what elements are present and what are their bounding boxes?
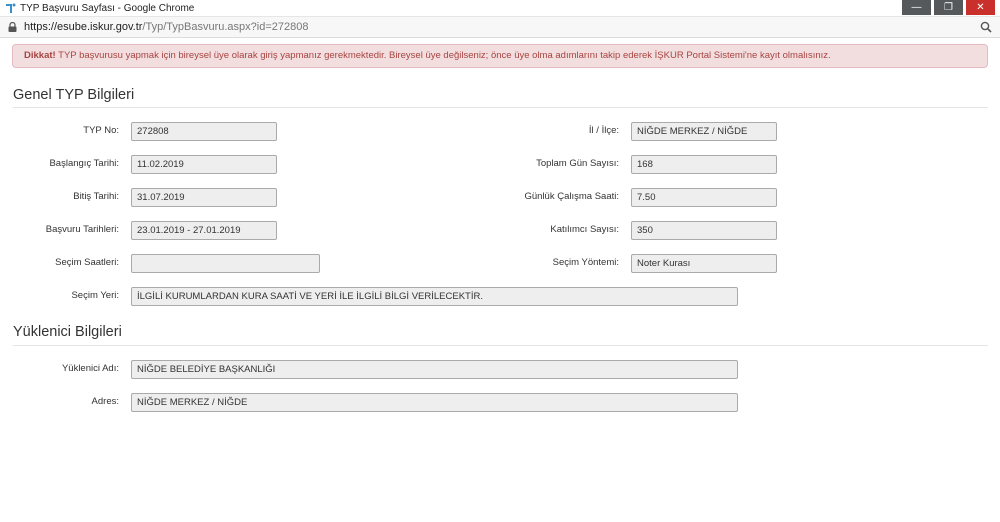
url-path: /Typ/TypBasvuru.aspx?id=272808 [142, 21, 309, 33]
bitis-tarihi-field[interactable]: 31.07.2019 [131, 188, 277, 207]
label-typ-no: TYP No: [83, 125, 119, 136]
label-gunluk-saat: Günlük Çalışma Saati: [524, 191, 619, 202]
baslangic-tarihi-field[interactable]: 11.02.2019 [131, 155, 277, 174]
yuklenici-adi-field[interactable]: NİĞDE BELEDİYE BAŞKANLIĞI [131, 360, 738, 379]
toplam-gun-field[interactable]: 168 [631, 155, 777, 174]
restore-button[interactable]: ❐ [934, 0, 963, 15]
window-titlebar: TYP Başvuru Sayfası - Google Chrome — ❐ … [0, 0, 1000, 17]
minimize-button[interactable]: — [902, 0, 931, 15]
label-secim-saatleri: Seçim Saatleri: [55, 257, 119, 268]
basvuru-tarihleri-field[interactable]: 23.01.2019 - 27.01.2019 [131, 221, 277, 240]
secim-saatleri-field[interactable] [131, 254, 320, 273]
label-basvuru-tarihleri: Başvuru Tarihleri: [45, 224, 119, 235]
section-divider [13, 345, 988, 346]
url-text[interactable]: https://esube.iskur.gov.tr/Typ/TypBasvur… [24, 21, 308, 34]
address-bar[interactable]: https://esube.iskur.gov.tr/Typ/TypBasvur… [0, 17, 1000, 38]
label-secim-yeri: Seçim Yeri: [71, 290, 119, 301]
secim-yeri-field[interactable]: İLGİLİ KURUMLARDAN KURA SAATİ VE YERİ İL… [131, 287, 738, 306]
window-title: TYP Başvuru Sayfası - Google Chrome [20, 3, 195, 14]
katilimci-field[interactable]: 350 [631, 221, 777, 240]
label-secim-yontemi: Seçim Yöntemi: [552, 257, 619, 268]
secim-yontemi-field[interactable]: Noter Kurası [631, 254, 777, 273]
label-bitis-tarihi: Bitiş Tarihi: [73, 191, 119, 202]
alert-text: TYP başvurusu yapmak için bireysel üye o… [55, 50, 831, 61]
section-title-genel: Genel TYP Bilgileri [13, 87, 135, 103]
label-yuklenici-adi: Yüklenici Adı: [61, 363, 119, 374]
section-divider [13, 107, 988, 108]
label-baslangic-tarihi: Başlangıç Tarihi: [49, 158, 119, 169]
lock-icon [8, 22, 17, 32]
il-ilce-field[interactable]: NİĞDE MERKEZ / NİĞDE [631, 122, 777, 141]
alert-strong: Dikkat! [24, 50, 56, 61]
label-il-ilce: İl / İlçe: [588, 125, 619, 136]
label-toplam-gun: Toplam Gün Sayısı: [536, 158, 619, 169]
iskur-app-icon [6, 3, 16, 13]
typ-no-field[interactable]: 272808 [131, 122, 277, 141]
zoom-icon[interactable] [980, 21, 992, 33]
label-adres: Adres: [91, 396, 119, 407]
gunluk-saat-field[interactable]: 7.50 [631, 188, 777, 207]
adres-field[interactable]: NİĞDE MERKEZ / NİĞDE [131, 393, 738, 412]
login-warning-alert: Dikkat! TYP başvurusu yapmak için bireys… [12, 44, 988, 68]
section-title-yuklenici: Yüklenici Bilgileri [13, 324, 122, 340]
window-controls: — ❐ ✕ [902, 0, 995, 16]
label-katilimci: Katılımcı Sayısı: [550, 224, 619, 235]
close-button[interactable]: ✕ [966, 0, 995, 15]
url-host: https://esube.iskur.gov.tr [24, 21, 143, 33]
